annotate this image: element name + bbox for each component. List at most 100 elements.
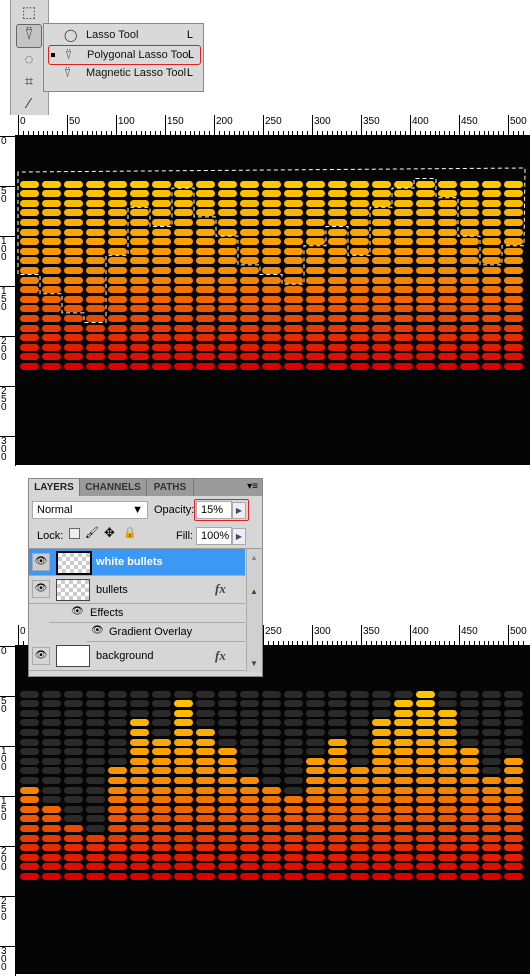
meter-bullet-lit: [416, 796, 435, 804]
tab-channels[interactable]: CHANNELS: [80, 479, 147, 496]
meter-bullet-lit: [394, 709, 413, 717]
meter-bullet-unlit: [64, 767, 83, 775]
crop-tool-icon[interactable]: ⌗: [18, 72, 40, 92]
meter-bullet-lit: [174, 872, 193, 880]
meter-bullet-lit: [152, 844, 171, 852]
meter-bullet-lit: [372, 776, 391, 784]
opacity-input[interactable]: 15%: [196, 501, 232, 519]
eye-icon[interactable]: 👁: [32, 580, 50, 598]
meter-bullet-lit: [328, 815, 347, 823]
meter-bullet-lit: [482, 872, 501, 880]
meter-bullet-lit: [350, 796, 369, 804]
eye-icon[interactable]: 👁: [32, 553, 50, 571]
meter-bullet-lit: [108, 805, 127, 813]
meter-bullet-lit: [394, 757, 413, 765]
meter-bullet-lit: [20, 805, 39, 813]
canvas[interactable]: [16, 136, 530, 465]
opacity-slider-arrow-icon[interactable]: ▶: [232, 502, 246, 519]
meter-bullet-unlit: [306, 719, 325, 727]
ruler-label: 500: [510, 116, 527, 127]
meter-bullet-lit: [504, 872, 523, 880]
meter-bullet-lit: [262, 834, 281, 842]
effects-row[interactable]: 👁 Effects: [49, 604, 245, 623]
meter-bullet-lit: [152, 805, 171, 813]
ruler-label: 250: [1, 896, 7, 923]
shortcut: L: [186, 29, 193, 41]
meter-bullet-unlit: [262, 690, 281, 698]
meter-bullet-unlit: [64, 709, 83, 717]
fx-icon[interactable]: fx: [215, 648, 226, 664]
canvas[interactable]: [16, 646, 530, 974]
meter-bullet-lit: [130, 719, 149, 727]
ruler-label: 300: [1, 946, 7, 973]
meter-bullet-lit: [438, 834, 457, 842]
lasso-icon: ◯: [64, 28, 78, 42]
gradient-overlay-row[interactable]: 👁 Gradient Overlay: [87, 623, 245, 642]
meter-bullet-lit: [284, 815, 303, 823]
menu-item-magnetic-lasso-tool[interactable]: ⍢ Magnetic Lasso Tool L: [48, 64, 199, 82]
blend-mode-select[interactable]: Normal ▼: [32, 501, 148, 519]
meter-bullet-lit: [284, 805, 303, 813]
ruler-label: 50: [1, 186, 7, 205]
ruler-label: 250: [265, 116, 282, 127]
fx-icon[interactable]: fx: [215, 581, 226, 597]
meter-bullet-unlit: [372, 709, 391, 717]
panel-menu-icon[interactable]: ▾≡: [247, 481, 258, 492]
meter-bullet-lit: [328, 738, 347, 746]
meter-bullet-unlit: [284, 757, 303, 765]
meter-bullet-lit: [306, 824, 325, 832]
meter-bullet-lit: [372, 748, 391, 756]
meter-bullet-lit: [460, 776, 479, 784]
fill-slider-arrow-icon[interactable]: ▶: [232, 528, 246, 545]
layer-background[interactable]: 👁 background fx: [29, 642, 245, 671]
eye-icon[interactable]: 👁: [32, 647, 50, 665]
meter-bullet-lit: [306, 872, 325, 880]
meter-bullet-lit: [174, 853, 193, 861]
lock-move-icon[interactable]: ✥: [104, 525, 115, 541]
ruler-label: 100: [1, 746, 7, 773]
marquee-tool-icon[interactable]: ⬚: [18, 3, 40, 23]
meter-bullet-unlit: [460, 738, 479, 746]
layer-bullets[interactable]: 👁 bullets fx: [29, 576, 245, 604]
magnetic-lasso-icon: ⍢: [64, 66, 72, 80]
meter-bullet-lit: [328, 844, 347, 852]
layers-scrollbar[interactable]: ▲ ▲ ▼: [246, 549, 262, 672]
meter-bullet-lit: [416, 834, 435, 842]
meter-bullet-lit: [394, 738, 413, 746]
tab-layers[interactable]: LAYERS: [29, 479, 80, 496]
meter-bullet-unlit: [372, 690, 391, 698]
meter-bullet-lit: [438, 786, 457, 794]
menu-item-lasso-tool[interactable]: ◯ Lasso Tool L: [48, 26, 199, 44]
meter-bullet-unlit: [42, 786, 61, 794]
tab-paths[interactable]: PATHS: [147, 479, 194, 496]
meter-bullet-unlit: [196, 709, 215, 717]
meter-bullet-lit: [174, 834, 193, 842]
polygonal-lasso-tool-icon[interactable]: ⍢: [16, 24, 42, 48]
meter-bullet-lit: [482, 824, 501, 832]
eye-icon[interactable]: 👁: [71, 606, 84, 617]
meter-bullet-lit: [416, 719, 435, 727]
meter-bullet-lit: [174, 700, 193, 708]
meter-bullet-lit: [416, 824, 435, 832]
meter-bullet-lit: [350, 767, 369, 775]
meter-bullet-unlit: [42, 719, 61, 727]
layer-white-bullets[interactable]: 👁 white bullets: [29, 549, 245, 576]
meter-bullet-lit: [152, 786, 171, 794]
meter-bullet-lit: [130, 728, 149, 736]
meter-bullet-lit: [482, 786, 501, 794]
meter-bullet-lit: [504, 834, 523, 842]
fill-input[interactable]: 100%: [196, 527, 232, 545]
lock-all-icon[interactable]: 🔒: [123, 526, 137, 539]
meter-bullet-lit: [86, 834, 105, 842]
eye-icon[interactable]: 👁: [91, 625, 104, 636]
menu-item-polygonal-lasso-tool[interactable]: ⍢ Polygonal Lasso Tool L: [48, 45, 201, 65]
meter-bullet-lit: [174, 815, 193, 823]
meter-bullet-lit: [372, 719, 391, 727]
meter-bullet-lit: [416, 844, 435, 852]
lock-transparent-icon[interactable]: [69, 528, 80, 539]
lock-brush-icon[interactable]: 🖌: [85, 526, 99, 539]
eyedropper-tool-icon[interactable]: ⁄: [18, 94, 40, 114]
meter-bullet-lit: [20, 834, 39, 842]
meter-bullet-unlit: [240, 690, 259, 698]
quick-selection-tool-icon[interactable]: ◌: [18, 50, 40, 70]
